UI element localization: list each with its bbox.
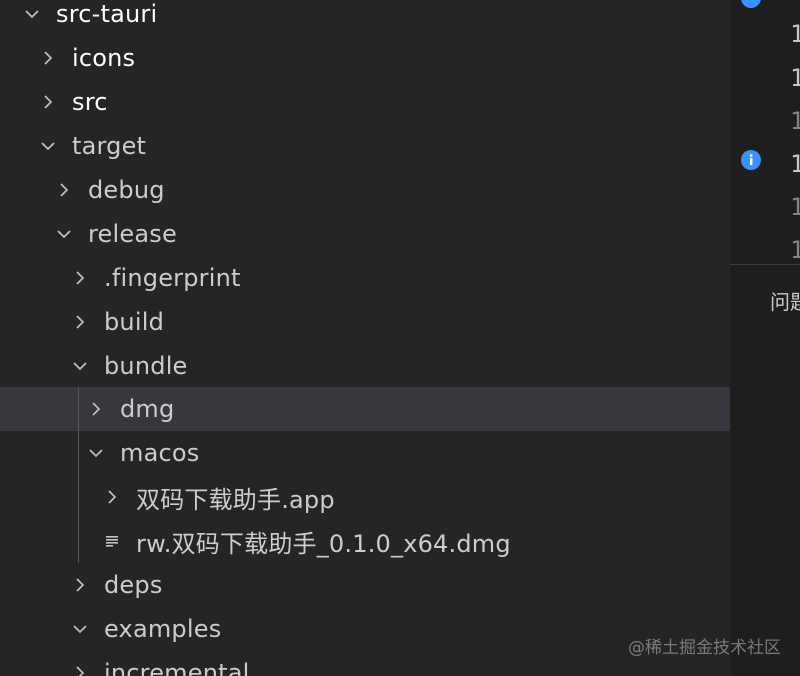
tree-item-label: examples: [104, 615, 222, 643]
tree-row-content: src-tauri: [24, 0, 157, 36]
file-explorer: src-tauri icons src target debug release .fing…: [0, 0, 730, 676]
chevron-down-icon[interactable]: [40, 138, 56, 154]
tree-row-content: build: [72, 300, 164, 344]
chevron-right-icon[interactable]: [40, 94, 56, 110]
tree-row-content: release: [56, 212, 177, 256]
tree-item-label: src-tauri: [56, 0, 158, 28]
tree-item-label: dmg: [120, 395, 175, 423]
tree-folder-item[interactable]: 双码下载助手.app: [0, 475, 730, 519]
panel-divider: [730, 264, 800, 265]
watermark: @稀土掘金技术社区: [628, 638, 781, 658]
tree-folder-item[interactable]: build: [0, 300, 730, 344]
tree-item-label: debug: [88, 176, 165, 204]
file-lines-icon: [104, 533, 120, 549]
tree-folder-item[interactable]: dmg: [0, 387, 730, 431]
tree-item-label: target: [72, 132, 147, 160]
chevron-right-icon[interactable]: [104, 489, 120, 505]
chevron-right-icon[interactable]: [88, 401, 104, 417]
tree-row-content: debug: [56, 168, 165, 212]
tree-item-label: build: [104, 308, 165, 336]
tree-item-label: incremental: [104, 659, 250, 676]
tree-folder-item[interactable]: macos: [0, 431, 730, 475]
tree-row-content: deps: [72, 563, 163, 607]
tree-folder-item[interactable]: debug: [0, 168, 730, 212]
tree-folder-item[interactable]: deps: [0, 563, 730, 607]
info-icon[interactable]: [741, 0, 761, 8]
line-number: 1: [790, 236, 800, 264]
chevron-right-icon[interactable]: [72, 314, 88, 330]
chevron-down-icon[interactable]: [72, 358, 88, 374]
chevron-right-icon[interactable]: [72, 270, 88, 286]
line-number: 1: [790, 150, 800, 178]
line-number: 1: [790, 193, 800, 221]
tree-item-label: .fingerprint: [104, 264, 241, 292]
chevron-down-icon[interactable]: [88, 445, 104, 461]
chevron-right-icon[interactable]: [72, 577, 88, 593]
tree-folder-item[interactable]: release: [0, 212, 730, 256]
indent-guide: [78, 387, 79, 563]
tree-item-label: 双码下载助手.app: [136, 485, 335, 514]
tree-row-content: 双码下载助手.app: [104, 475, 335, 519]
info-icon[interactable]: [741, 150, 761, 170]
line-number: 1: [790, 64, 800, 92]
tree-item-label: rw.双码下载助手_0.1.0_x64.dmg: [136, 529, 511, 558]
tree-item-label: src: [72, 88, 108, 116]
tree-folder-item[interactable]: examples: [0, 607, 730, 651]
tree-item-label: icons: [72, 44, 136, 72]
tree-folder-item[interactable]: icons: [0, 36, 730, 80]
tree-folder-item[interactable]: src: [0, 80, 730, 124]
chevron-right-icon[interactable]: [72, 665, 88, 676]
tree-item-label: bundle: [104, 352, 188, 380]
tree-folder-item[interactable]: target: [0, 124, 730, 168]
tree-row-content: macos: [88, 431, 199, 475]
tree-item-label: macos: [120, 439, 200, 467]
editor-gutter: 1 1 1 1 1 1 问题: [730, 0, 800, 676]
tree-folder-item[interactable]: bundle: [0, 344, 730, 388]
line-number: 1: [790, 107, 800, 135]
tree-item-label: release: [88, 220, 177, 248]
tree-row-content: dmg: [88, 387, 174, 431]
tree-row-content: incremental: [72, 651, 250, 676]
chevron-right-icon[interactable]: [40, 50, 56, 66]
chevron-right-icon[interactable]: [56, 182, 72, 198]
line-number: 1: [790, 20, 800, 48]
tree-row-content: examples: [72, 607, 221, 651]
tree-folder-item[interactable]: .fingerprint: [0, 256, 730, 300]
chevron-down-icon[interactable]: [56, 226, 72, 242]
tab-problems[interactable]: 问题: [770, 286, 800, 315]
chevron-down-icon[interactable]: [72, 621, 88, 637]
chevron-down-icon[interactable]: [24, 6, 40, 22]
tree-folder-item[interactable]: incremental: [0, 651, 730, 676]
tree-row-content: bundle: [72, 344, 188, 388]
tree-folder-item[interactable]: src-tauri: [0, 0, 730, 36]
tree-row-content: icons: [40, 36, 135, 80]
tree-row-content: .fingerprint: [72, 256, 241, 300]
tree-file-item[interactable]: rw.双码下载助手_0.1.0_x64.dmg: [0, 519, 730, 563]
tree-row-content: rw.双码下载助手_0.1.0_x64.dmg: [104, 519, 511, 563]
tree-row-content: target: [40, 124, 146, 168]
tree-item-label: deps: [104, 571, 163, 599]
tree-row-content: src: [40, 80, 108, 124]
